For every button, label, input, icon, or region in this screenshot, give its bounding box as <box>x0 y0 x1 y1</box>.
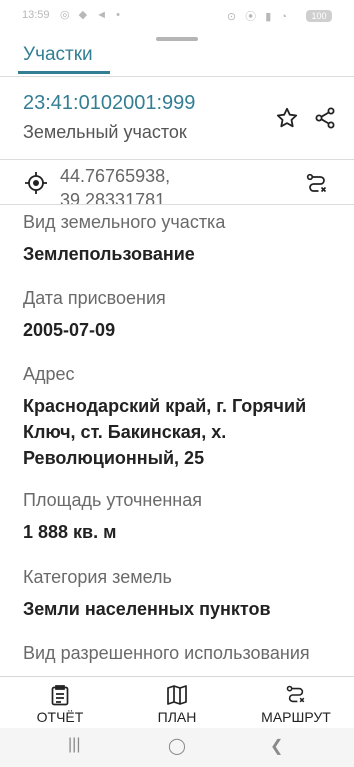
report-icon <box>51 685 69 706</box>
tab-active-indicator <box>18 71 110 74</box>
nav-plan[interactable]: ПЛАН <box>131 677 223 729</box>
status-time: 13:59 <box>22 9 50 21</box>
tab-divider <box>0 76 354 77</box>
nav-route-label: МАРШРУТ <box>261 709 331 725</box>
battery-icon: 100 <box>306 10 332 22</box>
field-value: Землепользование <box>23 244 195 264</box>
tab-parcels[interactable]: Участки <box>23 44 93 66</box>
nav-route[interactable]: МАРШРУТ <box>246 677 346 729</box>
notification-icons: ◎ ◆ ◄ • <box>60 9 123 21</box>
nav-report-label: ОТЧЁТ <box>36 709 84 725</box>
share-icon[interactable] <box>311 104 339 132</box>
field-assignment-date: Дата присвоения 2005-07-09 <box>23 286 353 343</box>
coordinates-lon: 39.28331781 <box>60 190 166 204</box>
field-permitted-use: Вид разрешенного использования <box>23 641 353 676</box>
header-divider <box>0 159 354 160</box>
route-to-coordinates-icon[interactable] <box>303 169 331 197</box>
bottom-navigation: ОТЧЁТ ПЛАН МАРШРУТ <box>0 676 354 729</box>
field-label: Вид земельного участка <box>23 212 226 232</box>
field-land-type: Вид земельного участка Землепользование <box>23 210 353 267</box>
field-label: Адрес <box>23 364 75 384</box>
coords-divider <box>0 204 354 205</box>
cadastral-number[interactable]: 23:41:0102001:999 <box>23 92 195 115</box>
map-icon <box>167 685 187 705</box>
field-label: Вид разрешенного использования <box>23 643 310 663</box>
back-icon[interactable]: ❮ <box>270 736 283 756</box>
field-value: Краснодарский край, г. Горячий Ключ, ст.… <box>23 396 307 468</box>
field-label: Категория земель <box>23 567 172 587</box>
coordinates-lat: 44.76765938, <box>60 166 171 186</box>
field-address: Адрес Краснодарский край, г. Горячий Клю… <box>23 362 353 471</box>
field-value: Земли населенных пунктов <box>23 599 271 619</box>
route-icon <box>286 685 305 703</box>
parcel-type: Земельный участок <box>23 122 187 142</box>
coordinates[interactable]: 44.76765938, 39.28331781 <box>60 164 170 204</box>
tab-row: Участки <box>0 40 354 76</box>
field-value: 2005-07-09 <box>23 320 116 340</box>
recent-apps-icon[interactable]: ||| <box>68 736 80 754</box>
field-area: Площадь уточненная 1 888 кв. м <box>23 488 353 545</box>
nav-plan-label: ПЛАН <box>157 709 197 725</box>
system-status-icons: ⊙ ⦿ ▮ ◔ <box>226 11 290 23</box>
location-target-icon[interactable] <box>24 171 48 195</box>
home-icon[interactable]: ◯ <box>168 736 186 756</box>
field-land-category: Категория земель Земли населенных пункто… <box>23 565 353 622</box>
field-label: Площадь уточненная <box>23 490 202 510</box>
status-bar: 13:59 ◎ ◆ ◄ • ⊙ ⦿ ▮ ◔ 100 <box>0 0 354 30</box>
nav-report[interactable]: ОТЧЁТ <box>14 677 106 729</box>
favorite-star-icon[interactable] <box>273 104 301 132</box>
field-value: 1 888 кв. м <box>23 522 117 542</box>
field-label: Дата присвоения <box>23 288 166 308</box>
system-navigation-bar: ||| ◯ ❮ <box>0 728 354 767</box>
